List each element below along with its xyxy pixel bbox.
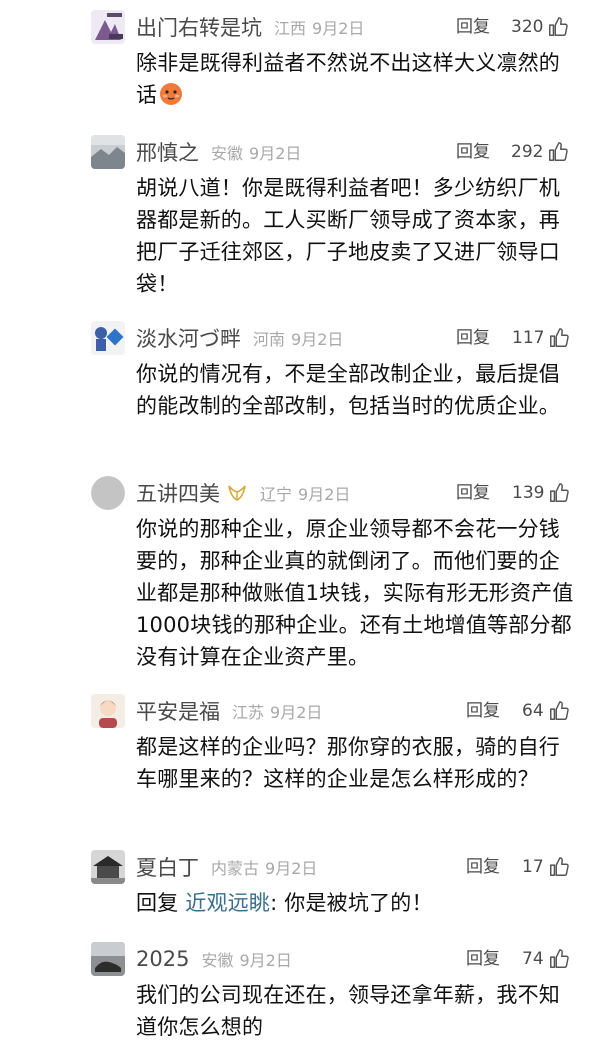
reply-button[interactable]: 回复 <box>466 942 500 976</box>
mention-link[interactable]: 近观远眺 <box>185 891 270 915</box>
comment-body: 你是被坑了的！ <box>277 891 433 915</box>
reply-button[interactable]: 回复 <box>456 10 490 44</box>
date: 9月2日 <box>265 859 318 878</box>
blushing-face-emoji <box>160 83 183 105</box>
location: 安徽 <box>201 951 234 970</box>
avatar[interactable] <box>91 135 125 169</box>
location: 河南 <box>253 330 286 349</box>
username[interactable]: 平安是福 <box>136 696 220 726</box>
avatar[interactable] <box>91 850 125 884</box>
comment-body: 除非是既得利益者不然说不出这样大义凛然的话 <box>136 51 560 107</box>
date: 9月2日 <box>249 144 302 163</box>
avatar[interactable] <box>91 476 125 510</box>
avatar[interactable] <box>91 942 125 976</box>
comment-text: 你说的那种企业，原企业领导都不会花一分钱要的，那种企业真的就倒闭了。而他们要的企… <box>136 517 574 669</box>
avatar[interactable] <box>91 10 125 44</box>
comment-text: 胡说八道！你是既得利益者吧！多少纺织厂机器都是新的。工人买断厂领导成了资本家，再… <box>136 176 560 296</box>
avatar[interactable] <box>91 321 125 355</box>
location: 江西 <box>274 19 307 38</box>
like-button[interactable]: 320 <box>511 10 569 44</box>
like-button[interactable]: 117 <box>512 321 570 355</box>
like-count: 139 <box>512 483 545 503</box>
username[interactable]: 邢慎之 <box>136 137 199 167</box>
comment-meta: 五讲四美 辽宁 9月2日 <box>136 476 350 510</box>
like-count: 17 <box>522 857 544 877</box>
comment-meta: 平安是福 江苏 9月2日 <box>136 694 322 728</box>
comment-text: 都是这样的企业吗？那你穿的衣服，骑的自行车哪里来的？这样的企业是怎么样形成的？ <box>136 735 560 791</box>
like-count: 320 <box>511 17 544 37</box>
thumbs-up-icon <box>549 949 569 968</box>
comment-text: 除非是既得利益者不然说不出这样大义凛然的话 <box>136 47 576 111</box>
reply-button[interactable]: 回复 <box>456 135 490 169</box>
reply-button[interactable]: 回复 <box>466 694 500 728</box>
thumbs-up-icon <box>549 142 569 161</box>
comment-text: 我们的公司现在还在，领导还拿年薪，我不知道你怎么想的 <box>136 983 560 1039</box>
comment-meta: 淡水河づ畔 河南 9月2日 <box>136 321 343 355</box>
username[interactable]: 2025 <box>136 947 189 971</box>
like-count: 64 <box>522 701 544 721</box>
reply-button[interactable]: 回复 <box>456 321 490 355</box>
location: 江苏 <box>232 703 265 722</box>
reply-prefix: 回复 <box>136 891 179 915</box>
like-button[interactable]: 64 <box>522 694 570 728</box>
thumbs-up-icon <box>550 483 570 502</box>
like-button[interactable]: 292 <box>511 135 569 169</box>
thumbs-up-icon <box>549 17 569 36</box>
location: 辽宁 <box>260 485 293 504</box>
comment-meta: 邢慎之 安徽 9月2日 <box>136 135 301 169</box>
location: 内蒙古 <box>211 859 260 878</box>
comment-meta: 出门右转是坑 江西 9月2日 <box>136 10 364 44</box>
like-count: 117 <box>512 328 545 348</box>
like-count: 292 <box>511 142 544 162</box>
comment-text: 回复 近观远眺: 你是被坑了的！ <box>136 887 576 919</box>
username[interactable]: 出门右转是坑 <box>136 12 262 42</box>
thumbs-up-icon <box>549 857 569 876</box>
thumbs-up-icon <box>549 701 569 720</box>
comment-text: 你说的情况有，不是全部改制企业，最后提倡的能改制的全部改制，包括当时的优质企业。 <box>136 362 560 418</box>
username[interactable]: 五讲四美 <box>136 478 220 508</box>
like-button[interactable]: 74 <box>522 942 570 976</box>
comment-meta: 夏白丁 内蒙古 9月2日 <box>136 850 317 884</box>
reply-button[interactable]: 回复 <box>456 476 490 510</box>
date: 9月2日 <box>291 330 344 349</box>
thumbs-up-icon <box>550 328 570 347</box>
reply-button[interactable]: 回复 <box>466 850 500 884</box>
vip-wings-icon <box>228 485 246 501</box>
date: 9月2日 <box>312 19 365 38</box>
comment-meta: 2025 安徽 9月2日 <box>136 942 292 976</box>
location: 安徽 <box>211 144 244 163</box>
date: 9月2日 <box>298 485 351 504</box>
comment-feed: 出门右转是坑 江西 9月2日 回复 320 除非是既得利益者不然说不出这样大义凛… <box>0 0 600 1052</box>
date: 9月2日 <box>239 951 292 970</box>
date: 9月2日 <box>270 703 323 722</box>
like-button[interactable]: 17 <box>522 850 570 884</box>
avatar[interactable] <box>91 694 125 728</box>
username[interactable]: 淡水河づ畔 <box>136 323 241 353</box>
like-button[interactable]: 139 <box>512 476 570 510</box>
username[interactable]: 夏白丁 <box>136 852 199 882</box>
like-count: 74 <box>522 949 544 969</box>
